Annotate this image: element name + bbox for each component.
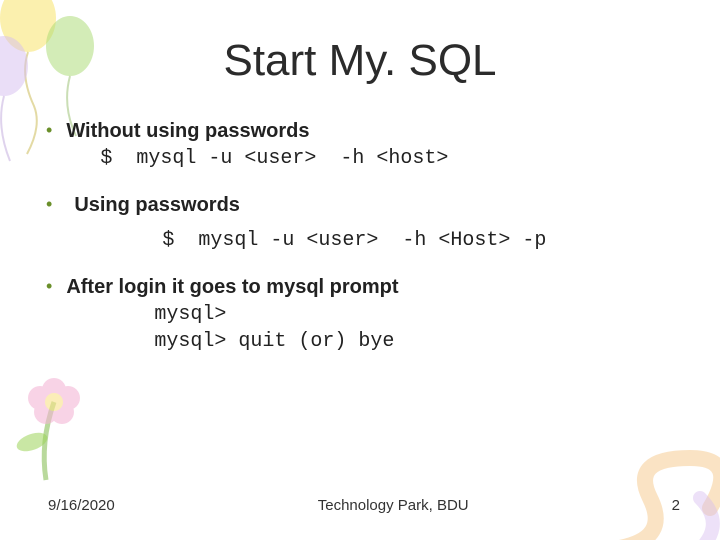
bullet-3-line1: mysql> [66,301,690,328]
slide: Start My. SQL • Without using passwords … [0,0,720,540]
bullet-1-code: $ mysql -u <user> -h <host> [66,145,690,172]
footer-page: 2 [672,497,680,514]
bullet-2-code: $ mysql -u <user> -h <Host> -p [74,227,690,254]
slide-body: • Without using passwords $ mysql -u <us… [0,98,720,355]
bullet-icon: • [46,274,52,298]
bullet-2: • Using passwords $ mysql -u <user> -h <… [46,192,690,254]
bullet-3-heading: After login it goes to mysql prompt [66,276,398,298]
bullet-1: • Without using passwords $ mysql -u <us… [46,118,690,172]
footer: 9/16/2020 Technology Park, BDU 2 [0,497,720,514]
slide-title: Start My. SQL [0,0,720,98]
bullet-3-line2: mysql> quit (or) bye [66,328,690,355]
footer-date: 9/16/2020 [48,497,115,514]
bullet-3: • After login it goes to mysql prompt my… [46,274,690,355]
bullet-1-heading: Without using passwords [66,120,309,142]
bullet-icon: • [46,118,52,142]
bullet-icon: • [46,192,52,216]
footer-center: Technology Park, BDU [115,497,672,514]
bullet-2-heading: Using passwords [74,194,240,216]
